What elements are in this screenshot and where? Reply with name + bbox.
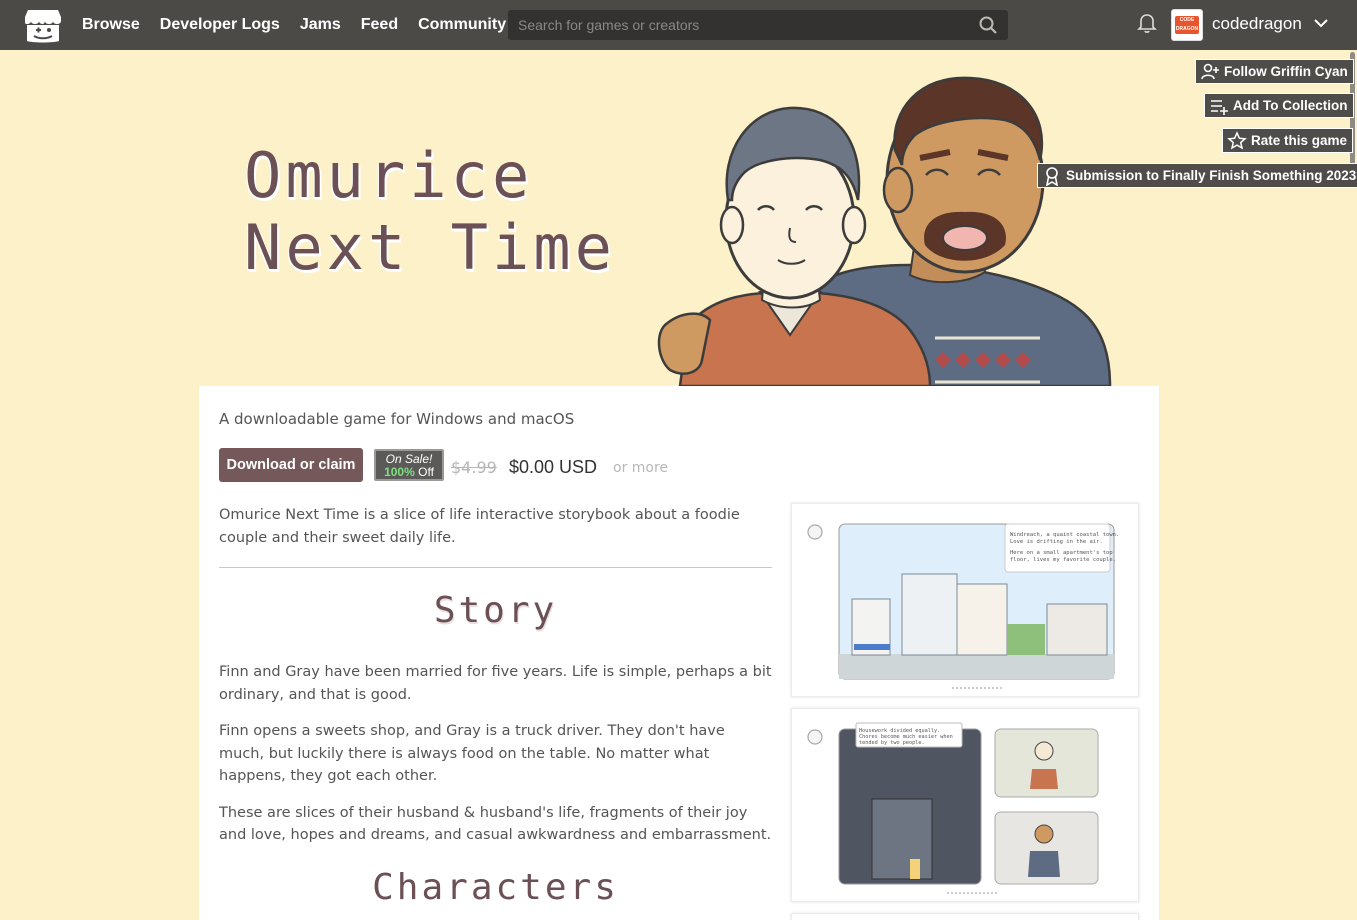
rate-label: Rate this game <box>1251 133 1348 148</box>
award-ribbon-icon <box>1045 166 1059 186</box>
screenshot-2[interactable]: Housework divided equally. Chores become… <box>791 708 1139 902</box>
add-to-collection-button[interactable]: Add To Collection <box>1204 93 1354 118</box>
story-paragraph: Finn opens a sweets shop, and Gray is a … <box>219 723 725 784</box>
star-icon <box>1227 130 1247 150</box>
game-description: Omurice Next Time is a slice of life int… <box>219 504 772 908</box>
title-line-2: Next Time <box>244 211 616 284</box>
playlist-add-icon <box>1211 99 1228 115</box>
search-box <box>508 10 1008 40</box>
user-plus-icon <box>1201 63 1219 79</box>
characters-heading: Characters <box>372 866 619 908</box>
main-nav: Browse Developer Logs Jams Feed Communit… <box>82 0 506 50</box>
nav-browse[interactable]: Browse <box>82 16 140 34</box>
avatar-text: CODE DRAGON <box>1175 16 1199 34</box>
intro-text: Omurice Next Time is a slice of life int… <box>219 507 740 546</box>
shot1-caption-3: Here on a small apartment's top <box>1010 550 1113 556</box>
shot1-caption-1: Windreach, a quaint coastal town. <box>1010 532 1119 538</box>
notification-bell-icon[interactable] <box>1137 12 1157 34</box>
story-paragraph: Finn and Gray have been married for five… <box>219 664 772 703</box>
title-line-1: Omurice <box>244 139 534 212</box>
story-heading: Story <box>433 590 558 631</box>
nav-developer-logs[interactable]: Developer Logs <box>160 16 280 34</box>
collection-label: Add To Collection <box>1233 98 1348 113</box>
username[interactable]: codedragon <box>1212 14 1302 34</box>
rate-game-button[interactable]: Rate this game <box>1222 128 1354 153</box>
story-paragraph: These are slices of their husband & husb… <box>219 804 772 844</box>
follow-button[interactable]: Follow Griffin Cyan <box>1195 59 1354 84</box>
nav-jams[interactable]: Jams <box>300 16 341 34</box>
game-info-card: A downloadable game for Windows and macO… <box>199 386 1159 920</box>
itch-logo-icon[interactable] <box>24 8 62 44</box>
nav-community[interactable]: Community <box>418 16 506 34</box>
screenshot-1[interactable]: Windreach, a quaint coastal town. Love i… <box>791 503 1139 697</box>
game-tagline: A downloadable game for Windows and macO… <box>219 410 575 428</box>
or-more-label: or more <box>613 460 669 476</box>
screenshot-3[interactable] <box>791 913 1139 920</box>
chevron-down-icon[interactable] <box>1313 17 1329 29</box>
sale-price: $0.00 USD <box>509 457 598 477</box>
shot1-caption-2: Love is drifting in the air. <box>1010 539 1103 545</box>
shot1-caption-4: floor, lives my favorite couple. <box>1010 557 1116 563</box>
search-input[interactable] <box>508 10 968 40</box>
shot2-caption-3: tended by two people. <box>859 740 925 746</box>
sale-badge: On Sale! 100% Off <box>374 449 444 481</box>
sale-percent: 100% <box>384 465 415 479</box>
nav-feed[interactable]: Feed <box>361 16 398 34</box>
divider <box>219 567 772 568</box>
sale-off: Off <box>418 465 434 479</box>
follow-label: Follow Griffin Cyan <box>1224 64 1348 79</box>
search-icon[interactable] <box>978 15 998 35</box>
user-avatar[interactable]: CODE DRAGON <box>1171 9 1203 41</box>
download-button[interactable]: Download or claim <box>219 448 363 482</box>
original-price: $4.99 <box>451 458 497 477</box>
banner-illustration <box>657 76 1112 386</box>
top-navigation-bar: Browse Developer Logs Jams Feed Communit… <box>0 0 1357 50</box>
jam-submission-button[interactable]: Submission to Finally Finish Something 2… <box>1037 163 1357 188</box>
submission-label: Submission to Finally Finish Something 2… <box>1066 168 1357 183</box>
game-title-banner: Omurice Next Time <box>244 140 616 284</box>
